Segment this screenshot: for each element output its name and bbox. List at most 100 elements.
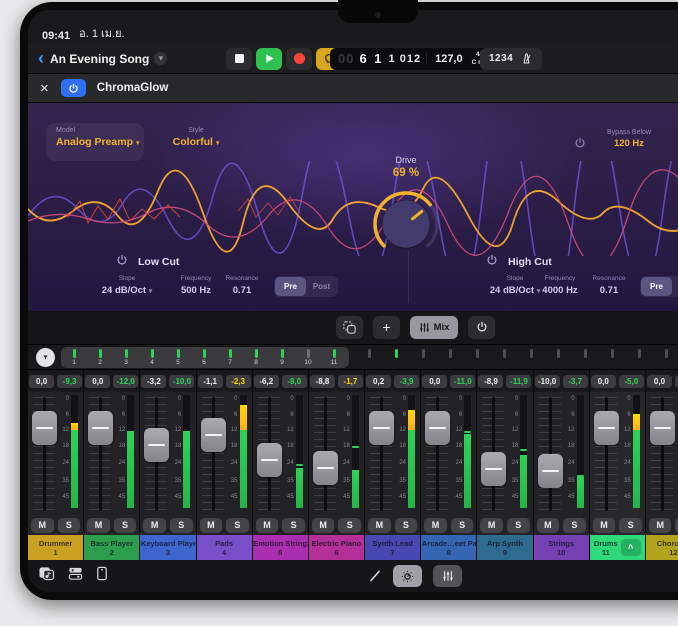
camera-housing [338,0,418,23]
mute-button[interactable]: M [312,518,335,533]
fader-handle[interactable] [594,411,619,445]
track-name-tab[interactable]: Synth Lead7 [365,535,420,560]
device-icon[interactable] [96,566,108,581]
loop-browser-icon[interactable] [38,566,55,581]
low-cut-pre-button[interactable]: Pre [275,277,306,296]
duplicate-button[interactable] [336,316,363,339]
track-name-tab[interactable]: Strings10 [534,535,589,560]
track-name-tab[interactable]: Bass Player2 [84,535,139,560]
plugins-icon[interactable] [68,566,83,581]
meter-scale-label: 18 [55,443,69,449]
track-name-tab[interactable]: Arp Synth9 [477,535,532,560]
fader-handle[interactable] [201,418,226,452]
fader-handle[interactable] [650,411,675,445]
high-cut-resonance-value[interactable]: 0.71 [569,285,649,296]
fader-handle-line [148,444,165,446]
bypass-below-control[interactable]: Bypass Below 120 Hz [594,129,664,149]
plugin-power-button[interactable] [61,79,86,97]
meter-scale-label: 0 [336,396,350,402]
model-selector[interactable]: Model Analog Preamp ▾ [46,123,144,161]
fader-handle[interactable] [144,428,169,462]
close-icon[interactable]: × [40,81,49,96]
fader-handle[interactable] [313,451,338,485]
mute-button[interactable]: M [87,518,110,533]
track-name-tab[interactable]: Electric Piano6 [309,535,364,560]
fader-area: 061218243545 [309,392,364,517]
fader-handle[interactable] [257,443,282,477]
fader-handle[interactable] [481,452,506,486]
back-chevron-icon[interactable]: ‹ [38,49,44,67]
fader-handle[interactable] [88,411,113,445]
mute-button[interactable]: M [480,518,503,533]
low-cut-resonance-value[interactable]: 0.71 [202,285,282,296]
solo-button[interactable]: S [563,518,586,533]
fader-handle[interactable] [369,411,394,445]
song-title[interactable]: An Evening Song [50,52,149,66]
track-name: Synth Lead [372,539,412,548]
mute-button[interactable]: M [143,518,166,533]
meter-scale-label: 35 [224,478,238,484]
record-button[interactable] [286,48,312,70]
solo-button[interactable]: S [338,518,361,533]
mute-button[interactable]: M [593,518,616,533]
solo-button[interactable]: S [451,518,474,533]
controls-view-button[interactable] [393,565,422,587]
stop-button[interactable] [226,48,252,70]
high-cut-power-button[interactable] [486,253,498,271]
peak-value: -11,0 [450,375,475,388]
track-name: Chorus V [657,539,678,548]
fader-handle[interactable] [425,411,450,445]
play-button[interactable] [256,48,282,70]
track-name-tab[interactable]: Chorus V12 [646,535,678,560]
high-cut-pre-button[interactable]: Pre [641,277,672,296]
pencil-icon[interactable] [368,569,382,583]
track-name-tab[interactable]: Arcade…eet Pad8 [421,535,476,560]
solo-button[interactable]: S [619,518,642,533]
overview-window[interactable]: 1234567891011 [61,347,349,368]
mute-button[interactable]: M [368,518,391,533]
count-in-button[interactable]: 1234 [489,53,513,64]
solo-button[interactable]: S [170,518,193,533]
fader-handle[interactable] [32,411,57,445]
low-cut-power-button[interactable] [116,253,128,271]
track-name-tab[interactable]: Emotion Strings5 [253,535,308,560]
fader-handle[interactable] [538,454,563,488]
high-cut-post-button[interactable]: Post [672,277,678,296]
meter-scale-label: 12 [111,427,125,433]
collapse-chevron-icon[interactable]: ^ [621,539,641,556]
solo-button[interactable]: S [114,518,137,533]
mute-button[interactable]: M [31,518,54,533]
fader-value: -6,2 [254,375,279,388]
drive-knob[interactable] [369,187,443,261]
solo-button[interactable]: S [282,518,305,533]
add-track-button[interactable]: + [373,316,400,339]
mute-button[interactable]: M [200,518,223,533]
mute-button[interactable]: M [649,518,672,533]
mixer-view-button[interactable] [433,565,462,587]
low-cut-post-button[interactable]: Post [306,277,337,296]
mute-solo-row: MS [197,517,252,535]
song-title-chevron-icon[interactable]: ▾ [154,52,167,65]
mute-button[interactable]: M [537,518,560,533]
track-filter-button[interactable] [36,348,55,367]
meter-bar-yellow [408,410,415,431]
track-name-tab[interactable]: Pads4 [197,535,252,560]
solo-button[interactable]: S [395,518,418,533]
solo-button[interactable]: S [226,518,249,533]
track-name-tab[interactable]: Drummer1 [28,535,83,560]
track-name-tab[interactable]: Drums11^ [590,535,645,560]
knob-icon [401,570,414,583]
mute-button[interactable]: M [424,518,447,533]
style-selector[interactable]: Style Colorful ▾ [160,127,232,148]
mixer-power-button[interactable] [468,316,495,339]
channel-strip: -8,9-11,9061218243545MSArp Synth9 [477,370,533,560]
mute-button[interactable]: M [256,518,279,533]
low-cut-slope-value[interactable]: 24 dB/Oct ▾ [87,285,167,296]
solo-button[interactable]: S [507,518,530,533]
mix-toggle-button[interactable]: Mix [410,316,458,339]
track-name-tab[interactable]: Keyboard Player3 [140,535,195,560]
bypass-power-button[interactable] [574,136,586,154]
solo-button[interactable]: S [58,518,81,533]
level-control[interactable]: Level 0.0 [670,129,678,149]
metronome-icon[interactable] [520,52,533,65]
